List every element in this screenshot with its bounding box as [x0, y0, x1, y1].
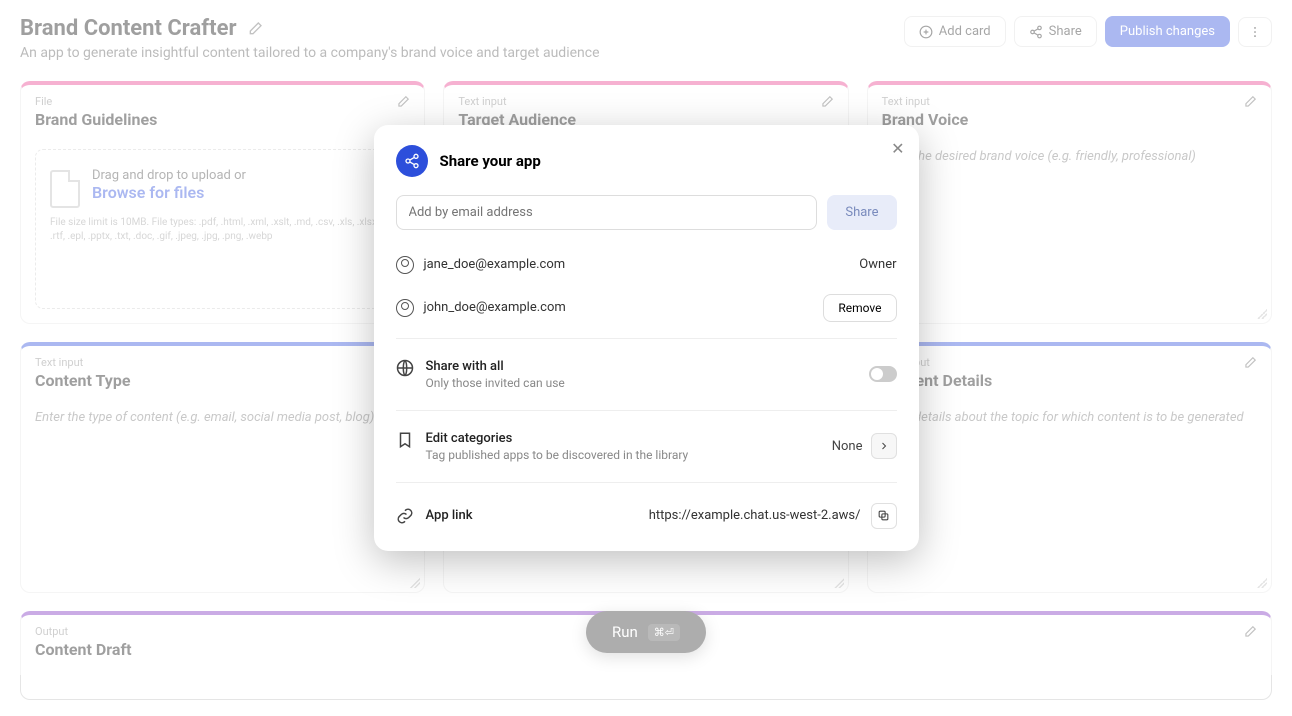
share-submit-button[interactable]: Share	[827, 195, 896, 230]
categories-subtitle: Tag published apps to be discovered in t…	[426, 448, 689, 462]
copy-icon	[877, 509, 890, 522]
user-email: john_doe@example.com	[424, 300, 566, 315]
share-all-toggle[interactable]	[869, 366, 897, 382]
bookmark-icon	[396, 431, 414, 449]
link-icon	[396, 507, 414, 525]
divider	[396, 410, 897, 411]
copy-link-button[interactable]	[871, 503, 897, 529]
user-icon	[396, 256, 414, 274]
user-email: jane_doe@example.com	[424, 257, 566, 272]
modal-title: Share your app	[440, 152, 541, 170]
categories-row: Edit categories Tag published apps to be…	[396, 417, 897, 476]
user-row: jane_doe@example.com Owner	[396, 246, 897, 284]
share-modal: ✕ Share your app Share jane_doe@example.…	[374, 125, 919, 551]
categories-title: Edit categories	[426, 431, 689, 446]
divider	[396, 338, 897, 339]
app-link-url: https://example.chat.us-west-2.aws/	[649, 508, 861, 523]
chevron-right-icon[interactable]	[871, 433, 897, 459]
share-all-subtitle: Only those invited can use	[426, 376, 565, 390]
share-all-row: Share with all Only those invited can us…	[396, 345, 897, 404]
user-icon	[396, 299, 414, 317]
role-owner: Owner	[859, 257, 896, 272]
app-link-label: App link	[426, 508, 473, 523]
share-all-title: Share with all	[426, 359, 565, 374]
globe-icon	[396, 359, 414, 377]
share-icon	[396, 145, 428, 177]
divider	[396, 482, 897, 483]
email-field[interactable]	[396, 195, 818, 230]
categories-value: None	[832, 439, 863, 454]
user-row: john_doe@example.com Remove	[396, 284, 897, 332]
close-icon[interactable]: ✕	[891, 139, 904, 158]
remove-user-button[interactable]: Remove	[823, 294, 896, 322]
app-link-row: App link https://example.chat.us-west-2.…	[396, 489, 897, 529]
modal-overlay[interactable]: ✕ Share your app Share jane_doe@example.…	[0, 0, 1292, 675]
